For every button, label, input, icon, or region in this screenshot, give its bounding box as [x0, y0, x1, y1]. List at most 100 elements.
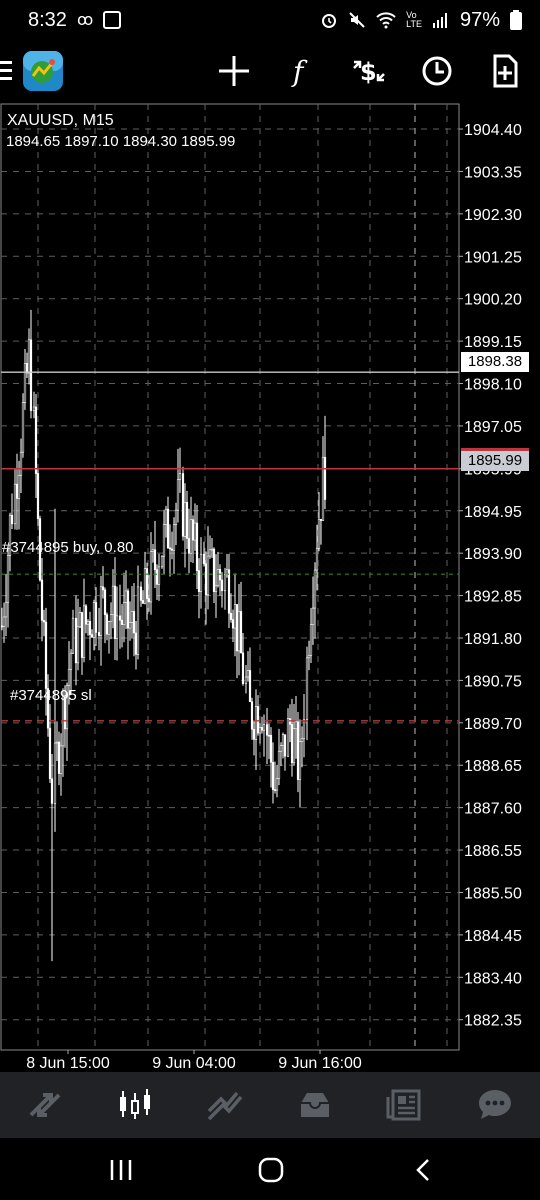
- wifi-icon: [376, 12, 396, 29]
- news-icon: [386, 1089, 421, 1121]
- candle-body: [174, 509, 178, 526]
- candle-body: [241, 652, 245, 685]
- candle-body: [99, 586, 103, 636]
- y-tick-label: 1887.60: [464, 801, 522, 818]
- trade-icon: [207, 1091, 243, 1121]
- menu-icon[interactable]: [0, 58, 14, 84]
- home-icon[interactable]: [257, 1156, 285, 1184]
- candle-body: [216, 569, 220, 587]
- y-tick-label: 1882.35: [464, 1013, 522, 1030]
- candle-body: [254, 706, 258, 740]
- svg-text:f: f: [291, 55, 308, 88]
- candle-body: [27, 339, 31, 374]
- candle-body: [151, 549, 155, 552]
- x-tick-label: 9 Jun 04:00: [152, 1055, 236, 1072]
- stop-loss-label[interactable]: #3744895 sl: [10, 687, 92, 704]
- candle-body: [239, 611, 243, 654]
- y-tick-label: 1890.75: [464, 673, 522, 690]
- candle-body: [132, 611, 136, 634]
- candle-body: [147, 598, 151, 603]
- price-chart[interactable]: 1904.40 1903.35 1902.30 1901.25 1900.20 1899.…: [0, 102, 540, 1072]
- candle-body: [265, 724, 269, 736]
- nav-news[interactable]: [381, 1081, 429, 1129]
- candle-body: [185, 502, 189, 539]
- nav-quotes[interactable]: [21, 1081, 69, 1129]
- candle-body: [206, 555, 210, 596]
- trade-icon[interactable]: $: [348, 50, 390, 92]
- chat-icon: [479, 1090, 511, 1119]
- alarm-icon: [322, 14, 337, 28]
- candle-body: [197, 570, 201, 592]
- candle-body: [279, 745, 283, 752]
- clock-icon[interactable]: [416, 50, 458, 92]
- candle-body: [92, 602, 96, 638]
- bottom-navigation: [0, 1072, 540, 1138]
- candle-body: [69, 652, 73, 670]
- y-tick-label: 1899.15: [464, 334, 522, 351]
- candle-body: [178, 473, 182, 480]
- candle-body: [29, 339, 33, 411]
- candle-body: [10, 514, 14, 525]
- order-line-label[interactable]: #3744895 buy, 0.80: [2, 539, 134, 556]
- indicator-icon[interactable]: f: [280, 50, 322, 92]
- candle-body: [124, 590, 128, 603]
- candle-body: [237, 611, 241, 652]
- y-tick-label: 1897.05: [464, 419, 522, 436]
- candle-body: [290, 724, 294, 764]
- candle-body: [130, 611, 134, 623]
- metatrader-logo[interactable]: [22, 50, 64, 92]
- system-navigation-bar: [0, 1138, 540, 1200]
- candle-body: [88, 620, 92, 635]
- y-tick-label: 1885.50: [464, 885, 522, 902]
- candle-body: [105, 614, 109, 635]
- candle-body: [134, 632, 138, 655]
- candle-body: [229, 612, 233, 620]
- candle-body: [162, 524, 166, 557]
- candle-body: [275, 778, 279, 791]
- candle-body: [19, 451, 23, 476]
- candle-body: [319, 518, 323, 521]
- candle-body: [136, 586, 140, 655]
- candle-body: [208, 549, 212, 557]
- candle-body: [111, 585, 115, 615]
- recent-apps-icon[interactable]: [108, 1158, 134, 1182]
- candle-body: [176, 479, 180, 511]
- candle-body: [128, 622, 132, 629]
- voicemail-icon: ꝏ: [76, 12, 94, 29]
- candle-body: [258, 727, 262, 734]
- nav-trade[interactable]: [201, 1081, 249, 1129]
- candle-body: [300, 738, 304, 743]
- y-tick-label: 1891.80: [464, 631, 522, 648]
- new-order-icon[interactable]: [484, 50, 526, 92]
- candle-body: [155, 569, 159, 585]
- nav-history[interactable]: [291, 1081, 339, 1129]
- nav-chat[interactable]: [471, 1081, 519, 1129]
- y-tick-label: 1889.70: [464, 716, 522, 733]
- battery-icon: [510, 10, 522, 30]
- chart-area[interactable]: 1904.40 1903.35 1902.30 1901.25 1900.20 1899.…: [0, 102, 540, 1072]
- candle-body: [269, 734, 273, 763]
- candle-body: [90, 634, 94, 638]
- candle-body: [313, 569, 317, 609]
- candle-body: [141, 600, 145, 604]
- candle-body: [231, 619, 235, 629]
- candle-body: [210, 548, 214, 551]
- candle-body: [220, 579, 224, 592]
- back-icon[interactable]: [412, 1158, 436, 1182]
- candle-body: [296, 721, 300, 780]
- battery-percent: 97%: [459, 8, 500, 31]
- candle-body: [199, 553, 203, 592]
- candle-body: [80, 612, 84, 658]
- nav-chart[interactable]: [111, 1081, 159, 1129]
- y-tick-label: 1900.20: [464, 292, 522, 309]
- candle-body: [94, 602, 98, 633]
- signal-icon: [432, 13, 447, 28]
- crosshair-icon[interactable]: [213, 50, 255, 92]
- ohlc-values: 1894.65 1897.10 1894.30 1895.99: [6, 133, 236, 150]
- candle-body: [227, 569, 231, 614]
- candle-body: [235, 604, 239, 652]
- candle-body: [76, 626, 80, 664]
- candle-body: [6, 554, 10, 603]
- candle-body: [44, 621, 48, 689]
- candle-body: [212, 548, 216, 592]
